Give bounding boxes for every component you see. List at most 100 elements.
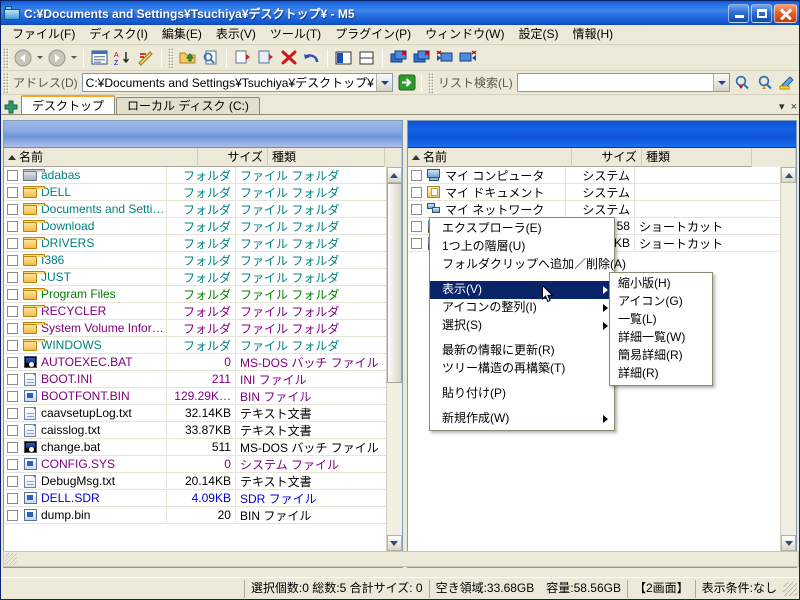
context-menu-item[interactable]: 新規作成(W) [430, 410, 614, 428]
menu-settings[interactable]: 設定(S) [511, 25, 565, 44]
table-row[interactable]: CONFIG.SYS 0 システム ファイル [4, 456, 386, 473]
left-scroll-down-button[interactable] [386, 535, 402, 551]
table-row[interactable]: DELL.SDR 4.09KB SDR ファイル [4, 490, 386, 507]
minimize-button[interactable] [728, 3, 749, 23]
table-row[interactable]: BOOT.INI 211 INI ファイル [4, 371, 386, 388]
table-row[interactable]: マイ ドキュメント システム [407, 183, 780, 201]
context-menu-item[interactable]: アイコンの整列(I) [430, 299, 614, 317]
left-pane-header[interactable] [4, 121, 402, 148]
forward-dropdown-icon[interactable] [68, 47, 79, 69]
row-checkbox[interactable] [4, 424, 21, 436]
row-checkbox[interactable] [4, 237, 21, 249]
tab-local-disk-c[interactable]: ローカル ディスク (C:) [116, 97, 260, 114]
menu-window[interactable]: ウィンドウ(W) [418, 25, 511, 44]
tab-duplicate-icon[interactable] [387, 47, 410, 69]
resize-grip[interactable] [783, 581, 797, 596]
view-submenu-item[interactable]: アイコン(G) [610, 293, 712, 311]
tab-desktop[interactable]: デスクトップ [21, 95, 116, 114]
right-column-type[interactable]: 種類 [642, 147, 752, 167]
tab-close-right-icon[interactable] [456, 47, 479, 69]
toolbar-grip[interactable] [3, 47, 9, 68]
delete-icon[interactable] [277, 47, 300, 69]
address-grip[interactable] [3, 72, 9, 93]
address-input[interactable]: C:¥Documents and Settings¥Tsuchiya¥デスクトッ… [83, 74, 376, 91]
row-checkbox[interactable] [408, 186, 425, 198]
context-menu-item[interactable]: ツリー構造の再構築(T) [430, 360, 614, 378]
table-row[interactable]: JUST フォルダ ファイル フォルダ [4, 268, 386, 286]
context-menu-item[interactable]: 貼り付け(P) [430, 385, 614, 403]
split-pane-icon[interactable] [355, 47, 378, 69]
right-scroll-down-button[interactable] [781, 535, 796, 551]
single-pane-icon[interactable] [332, 47, 355, 69]
list-view-icon[interactable] [88, 47, 111, 69]
tab-new-icon[interactable] [410, 47, 433, 69]
row-checkbox[interactable] [4, 509, 21, 521]
row-checkbox[interactable] [4, 339, 21, 351]
table-row[interactable]: caavsetupLog.txt 32.14KB テキスト文書 [4, 405, 386, 422]
row-checkbox[interactable] [4, 458, 21, 470]
sort-az-icon[interactable]: A Z [111, 47, 134, 69]
context-menu-item[interactable]: 最新の情報に更新(R) [430, 342, 614, 360]
open-folder-icon[interactable] [176, 47, 199, 69]
view-submenu-item[interactable]: 詳細(R) [610, 365, 712, 383]
tab-close-left-icon[interactable] [433, 47, 456, 69]
table-row[interactable]: Download フォルダ ファイル フォルダ [4, 217, 386, 235]
left-scroll-up-button[interactable] [386, 167, 402, 183]
table-row[interactable]: adabas フォルダ ファイル フォルダ [4, 167, 386, 184]
left-column-name[interactable]: 名前 [4, 147, 198, 167]
context-menu-item[interactable]: フォルダクリップへ追加／削除(A) [430, 256, 626, 274]
address-combo[interactable]: C:¥Documents and Settings¥Tsuchiya¥デスクトッ… [81, 73, 394, 92]
menu-disk[interactable]: ディスク(I) [82, 25, 155, 44]
undo-icon[interactable] [300, 47, 323, 69]
row-checkbox[interactable] [4, 373, 21, 385]
right-column-name[interactable]: 名前 [408, 147, 572, 167]
address-dropdown-icon[interactable] [376, 74, 393, 91]
tab-close-icon[interactable]: × [791, 101, 797, 113]
copy-icon[interactable] [231, 47, 254, 69]
search-down-icon[interactable] [730, 72, 753, 94]
right-pane-header[interactable] [407, 121, 796, 148]
folder-clip-grip[interactable] [5, 553, 17, 565]
left-file-list[interactable]: adabas フォルダ ファイル フォルダ DELL フォルダ ファイル フォル… [4, 167, 402, 551]
row-checkbox[interactable] [4, 254, 21, 266]
row-checkbox[interactable] [4, 475, 21, 487]
row-checkbox[interactable] [4, 407, 21, 419]
list-search-dropdown-icon[interactable] [713, 74, 729, 91]
row-checkbox[interactable] [408, 169, 425, 181]
table-row[interactable]: DELL フォルダ ファイル フォルダ [4, 183, 386, 201]
row-checkbox[interactable] [4, 390, 21, 402]
context-menu-item[interactable]: エクスプローラ(E) [430, 220, 614, 238]
row-checkbox[interactable] [408, 220, 425, 232]
sort-custom-icon[interactable] [134, 47, 157, 69]
menu-file[interactable]: ファイル(F) [5, 25, 82, 44]
table-row[interactable]: dump.bin 20 BIN ファイル [4, 507, 386, 524]
menu-help[interactable]: 情報(H) [565, 25, 620, 44]
row-checkbox[interactable] [4, 186, 21, 198]
view-submenu-item[interactable]: 縮小版(H) [610, 275, 712, 293]
right-scroll-track[interactable] [781, 183, 796, 535]
table-row[interactable]: AUTOEXEC.BAT 0 MS-DOS バッチ ファイル [4, 354, 386, 371]
row-checkbox[interactable] [4, 288, 21, 300]
right-vertical-scrollbar[interactable] [780, 167, 796, 551]
menu-plugin[interactable]: プラグイン(P) [328, 25, 418, 44]
search-grip[interactable] [428, 72, 435, 93]
table-row[interactable]: System Volume Infor… フォルダ ファイル フォルダ [4, 319, 386, 337]
row-checkbox[interactable] [4, 441, 21, 453]
maximize-button[interactable] [751, 3, 772, 23]
left-scroll-track[interactable] [386, 183, 402, 535]
table-row[interactable]: Program Files フォルダ ファイル フォルダ [4, 285, 386, 303]
context-menu-item[interactable]: 選択(S) [430, 317, 614, 335]
tab-list-dropdown-icon[interactable]: ▾ [779, 100, 785, 113]
row-checkbox[interactable] [4, 203, 21, 215]
table-row[interactable]: マイ コンピュータ システム [407, 167, 780, 184]
close-button[interactable] [774, 3, 797, 23]
move-icon[interactable] [254, 47, 277, 69]
row-checkbox[interactable] [408, 237, 425, 249]
view-submenu-item[interactable]: 詳細一覧(W) [610, 329, 712, 347]
menu-tools[interactable]: ツール(T) [263, 25, 328, 44]
row-checkbox[interactable] [4, 492, 21, 504]
view-submenu-item[interactable]: 簡易詳細(R) [610, 347, 712, 365]
search-up-icon[interactable] [753, 72, 776, 94]
table-row[interactable]: RECYCLER フォルダ ファイル フォルダ [4, 302, 386, 320]
view-submenu[interactable]: 縮小版(H) アイコン(G) 一覧(L) 詳細一覧(W) 簡易詳細(R) 詳細(R) [609, 272, 713, 386]
